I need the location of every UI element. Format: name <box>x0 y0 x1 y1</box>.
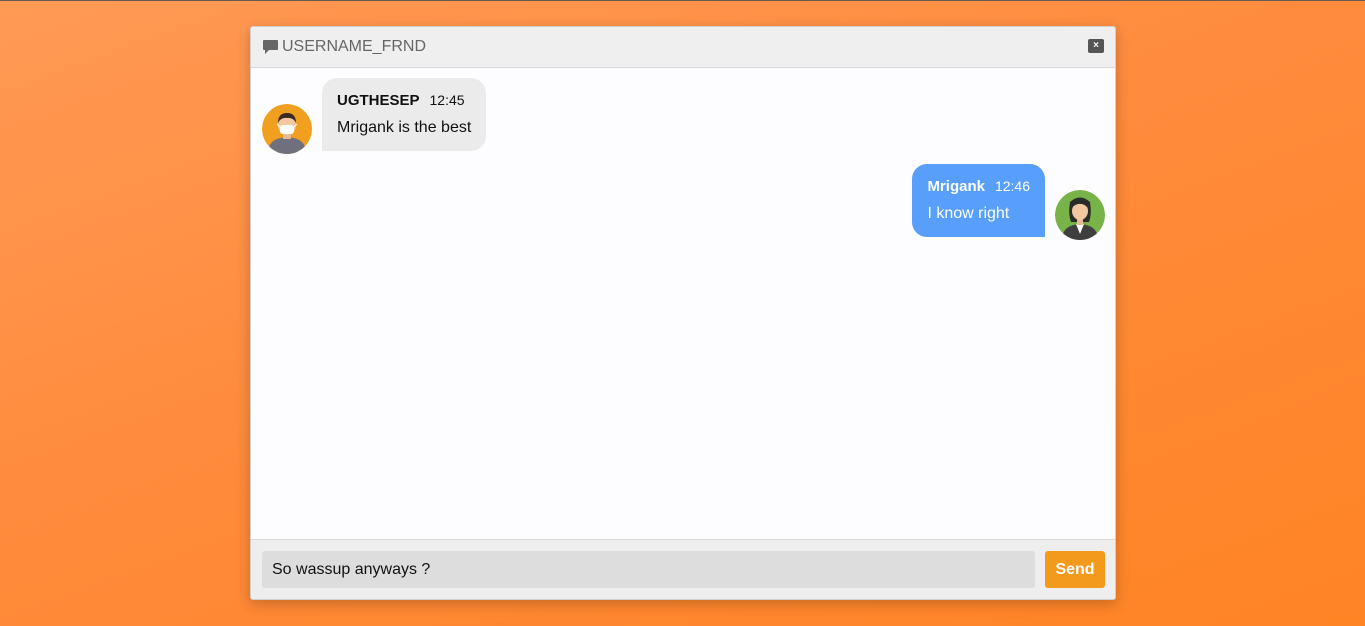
message-input[interactable] <box>262 551 1035 588</box>
chat-messages: UGTHESEP 12:45 Mrigank is the best Mrigan… <box>251 68 1115 540</box>
send-button[interactable]: Send <box>1045 551 1105 588</box>
chat-window: USERNAME_FRND × UGTHESEP 12:45 Mrigank is… <box>250 26 1116 600</box>
message-text: I know right <box>927 205 1010 222</box>
message-sender: Mrigank <box>927 178 985 195</box>
chat-header: USERNAME_FRND × <box>251 27 1115 68</box>
woman-avatar-icon <box>1055 190 1105 240</box>
message-sender: UGTHESEP <box>337 92 420 109</box>
page-top-border <box>0 0 1365 1</box>
man-avatar-icon <box>262 104 312 154</box>
message-time: 12:46 <box>994 178 1030 194</box>
chat-bubble-icon <box>262 39 279 55</box>
message-time: 12:45 <box>429 92 465 108</box>
message-composer: Send <box>251 539 1115 599</box>
chat-title: USERNAME_FRND <box>282 38 427 55</box>
message-text: Mrigank is the best <box>337 119 472 136</box>
outgoing-message-bubble: Mrigank 12:46 I know right <box>912 164 1045 237</box>
incoming-message-bubble: UGTHESEP 12:45 Mrigank is the best <box>322 78 487 151</box>
close-button[interactable]: × <box>1088 39 1104 53</box>
